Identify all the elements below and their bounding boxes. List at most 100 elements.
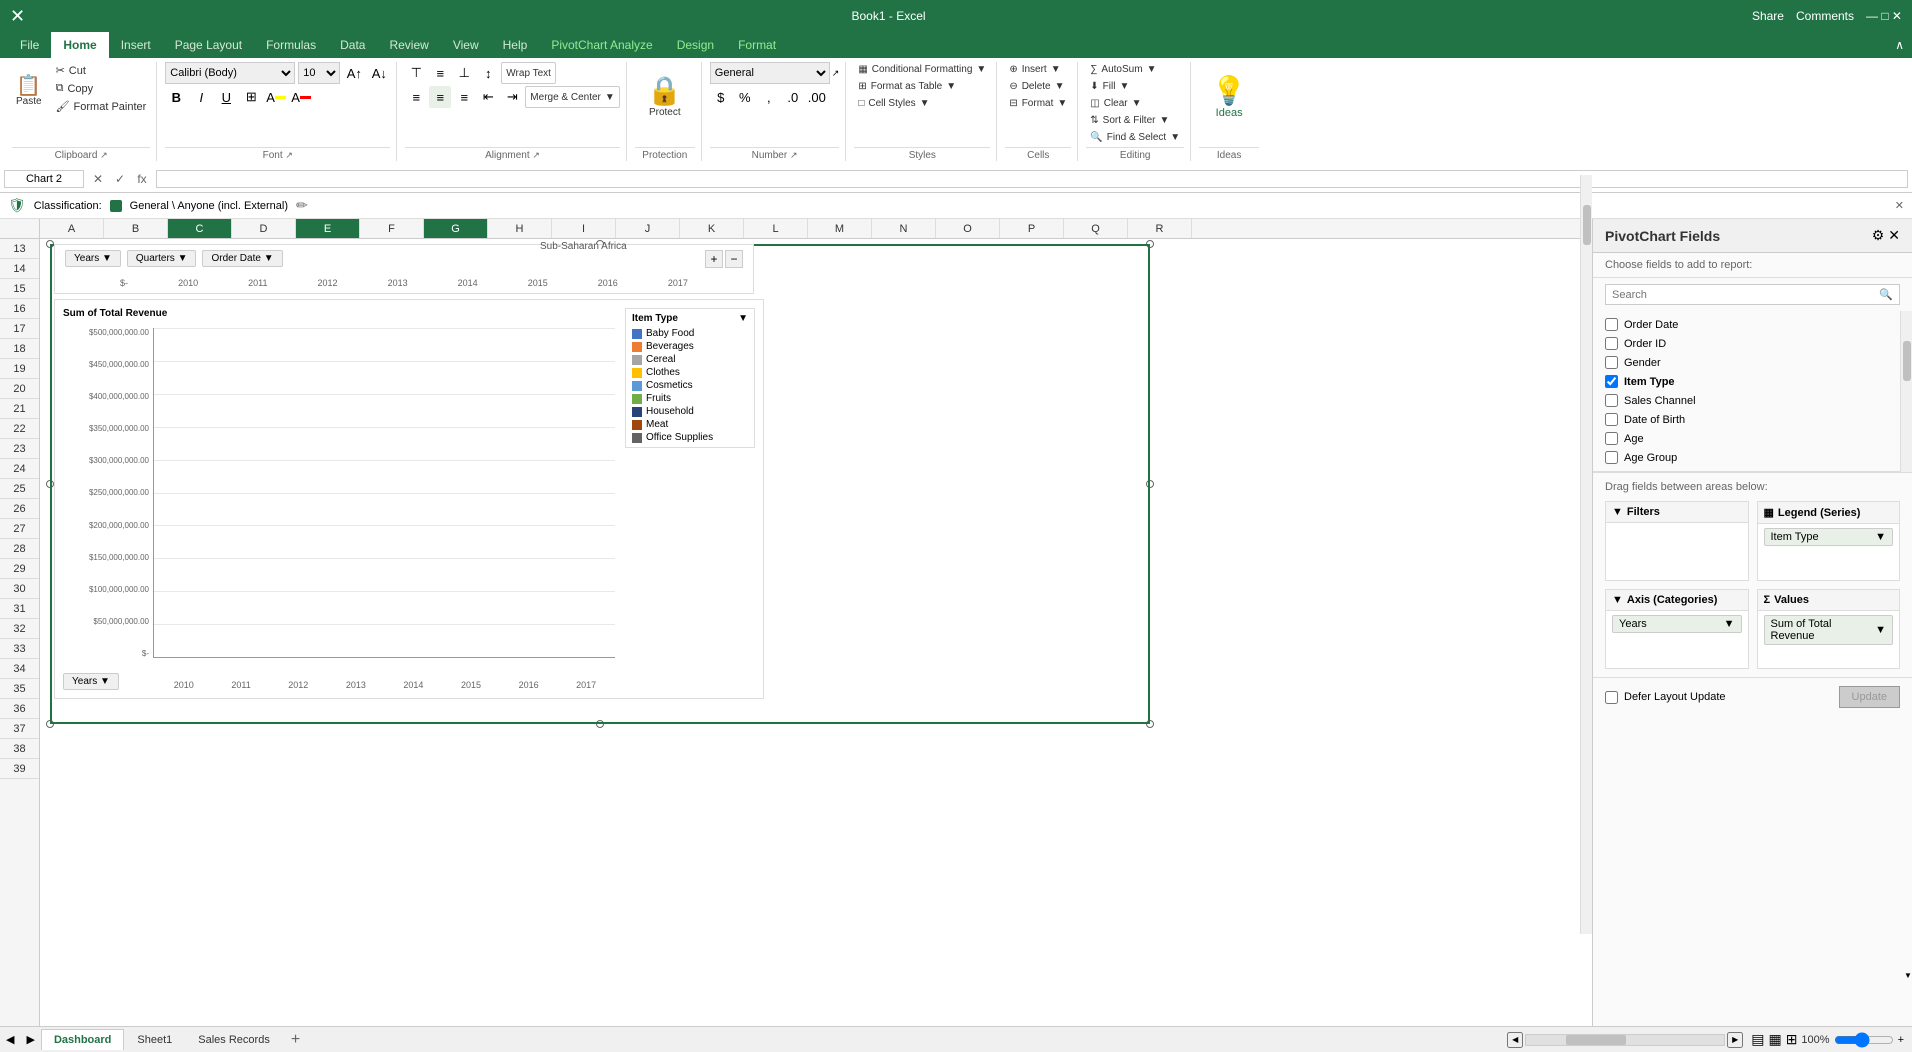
wrap-text-button[interactable]: Wrap Text bbox=[501, 62, 556, 84]
chart-expand-button[interactable]: + bbox=[705, 250, 723, 268]
decrease-font-icon[interactable]: A↓ bbox=[368, 62, 390, 84]
col-header-o[interactable]: O bbox=[936, 219, 1000, 238]
years-filter-button[interactable]: Years ▼ bbox=[65, 250, 121, 267]
name-box[interactable] bbox=[4, 170, 84, 188]
row-27[interactable]: 27 bbox=[0, 519, 39, 539]
scroll-right-button[interactable]: ▶ bbox=[1727, 1032, 1743, 1048]
increase-font-icon[interactable]: A↑ bbox=[343, 62, 365, 84]
field-age-checkbox[interactable] bbox=[1605, 432, 1618, 445]
tab-sheet1[interactable]: Sheet1 bbox=[124, 1029, 185, 1050]
row-37[interactable]: 37 bbox=[0, 719, 39, 739]
row-21[interactable]: 21 bbox=[0, 399, 39, 419]
legend-item-type-tag[interactable]: Item Type ▼ bbox=[1764, 528, 1894, 546]
cancel-formula-button[interactable]: ✕ bbox=[88, 169, 108, 189]
pivot-fields-scrollbar[interactable]: ▼ bbox=[1900, 311, 1912, 472]
handle-right[interactable] bbox=[1146, 480, 1154, 488]
pivot-settings-icon[interactable]: ⚙ bbox=[1872, 227, 1885, 244]
delete-button[interactable]: ⊖ Delete ▼ bbox=[1005, 79, 1071, 94]
copy-button[interactable]: ⧉ Copy bbox=[52, 80, 151, 97]
comments-button[interactable]: Comments bbox=[1796, 9, 1854, 23]
chart-collapse-button[interactable]: − bbox=[725, 250, 743, 268]
row-29[interactable]: 29 bbox=[0, 559, 39, 579]
view-pagebreak-icon[interactable]: ⊞ bbox=[1786, 1031, 1798, 1048]
font-size-select[interactable]: 10 bbox=[298, 62, 340, 84]
tab-dashboard[interactable]: Dashboard bbox=[41, 1029, 124, 1050]
tab-prev-button[interactable]: ◀ bbox=[0, 1031, 20, 1048]
row-17[interactable]: 17 bbox=[0, 319, 39, 339]
underline-button[interactable]: U bbox=[215, 86, 237, 108]
vertical-scrollbar[interactable] bbox=[1580, 219, 1592, 934]
tab-pivotchart-analyze[interactable]: PivotChart Analyze bbox=[539, 32, 664, 58]
pivot-scroll-down[interactable]: ▼ bbox=[1901, 968, 1912, 982]
row-35[interactable]: 35 bbox=[0, 679, 39, 699]
formula-input[interactable] bbox=[156, 170, 1908, 188]
italic-button[interactable]: I bbox=[190, 86, 212, 108]
handle-top-left[interactable] bbox=[46, 240, 54, 248]
find-select-button[interactable]: 🔍 Find & Select ▼ bbox=[1086, 130, 1184, 145]
insert-function-button[interactable]: fx bbox=[132, 169, 152, 189]
ideas-button[interactable]: 💡 Ideas bbox=[1199, 62, 1259, 130]
paste-button[interactable]: 📋 Paste bbox=[12, 62, 46, 122]
vertical-scroll-thumb[interactable] bbox=[1583, 219, 1591, 245]
tab-insert[interactable]: Insert bbox=[109, 32, 163, 58]
col-header-g[interactable]: G bbox=[424, 219, 488, 238]
row-25[interactable]: 25 bbox=[0, 479, 39, 499]
col-header-l[interactable]: L bbox=[744, 219, 808, 238]
field-gender-checkbox[interactable] bbox=[1605, 356, 1618, 369]
format-as-table-button[interactable]: ⊞ Format as Table ▼ bbox=[854, 79, 990, 94]
row-19[interactable]: 19 bbox=[0, 359, 39, 379]
handle-top-right[interactable] bbox=[1146, 240, 1154, 248]
handle-bottom[interactable] bbox=[596, 720, 604, 728]
tab-formulas[interactable]: Formulas bbox=[254, 32, 328, 58]
text-direction-button[interactable]: ↕ bbox=[477, 62, 499, 84]
col-header-f[interactable]: F bbox=[360, 219, 424, 238]
tab-next-button[interactable]: ▶ bbox=[20, 1031, 40, 1048]
col-header-e[interactable]: E bbox=[296, 219, 360, 238]
currency-button[interactable]: $ bbox=[710, 86, 732, 108]
tab-view[interactable]: View bbox=[441, 32, 491, 58]
insert-button[interactable]: ⊕ Insert ▼ bbox=[1005, 62, 1071, 77]
tab-data[interactable]: Data bbox=[328, 32, 377, 58]
scroll-left-button[interactable]: ◀ bbox=[1507, 1032, 1523, 1048]
row-36[interactable]: 36 bbox=[0, 699, 39, 719]
fill-color-button[interactable]: A bbox=[265, 86, 287, 108]
handle-left[interactable] bbox=[46, 480, 54, 488]
tab-file[interactable]: File bbox=[8, 32, 51, 58]
tab-format[interactable]: Format bbox=[726, 32, 788, 58]
fill-button[interactable]: ⬇ Fill ▼ bbox=[1086, 79, 1184, 94]
col-header-n[interactable]: N bbox=[872, 219, 936, 238]
years-chart-button[interactable]: Years ▼ bbox=[63, 673, 119, 690]
row-26[interactable]: 26 bbox=[0, 499, 39, 519]
ribbon-collapse[interactable]: ∧ bbox=[1887, 32, 1912, 58]
field-order-id-checkbox[interactable] bbox=[1605, 337, 1618, 350]
order-date-filter-button[interactable]: Order Date ▼ bbox=[202, 250, 282, 267]
autosum-button[interactable]: ∑ AutoSum ▼ bbox=[1086, 62, 1184, 77]
increase-decimal-button[interactable]: .00 bbox=[806, 86, 828, 108]
tab-home[interactable]: Home bbox=[51, 32, 108, 58]
legend-dropdown-arrow[interactable]: ▼ bbox=[1875, 531, 1886, 543]
row-14[interactable]: 14 bbox=[0, 259, 39, 279]
col-header-p[interactable]: P bbox=[1000, 219, 1064, 238]
align-right-button[interactable]: ≡ bbox=[453, 86, 475, 108]
increase-indent-button[interactable]: ⇥ bbox=[501, 86, 523, 108]
row-15[interactable]: 15 bbox=[0, 279, 39, 299]
row-16[interactable]: 16 bbox=[0, 299, 39, 319]
align-left-button[interactable]: ≡ bbox=[405, 86, 427, 108]
row-24[interactable]: 24 bbox=[0, 459, 39, 479]
row-39[interactable]: 39 bbox=[0, 759, 39, 779]
pivot-fields-scroll-thumb[interactable] bbox=[1903, 341, 1911, 381]
handle-bottom-left[interactable] bbox=[46, 720, 54, 728]
zoom-slider[interactable] bbox=[1834, 1032, 1894, 1048]
confirm-formula-button[interactable]: ✓ bbox=[110, 169, 130, 189]
col-header-r[interactable]: R bbox=[1128, 219, 1192, 238]
years-dropdown-arrow[interactable]: ▼ bbox=[1724, 618, 1735, 630]
comma-button[interactable]: , bbox=[758, 86, 780, 108]
row-33[interactable]: 33 bbox=[0, 639, 39, 659]
row-18[interactable]: 18 bbox=[0, 339, 39, 359]
tab-sales-records[interactable]: Sales Records bbox=[185, 1029, 283, 1050]
bold-button[interactable]: B bbox=[165, 86, 187, 108]
number-format-select[interactable]: General bbox=[710, 62, 830, 84]
row-22[interactable]: 22 bbox=[0, 419, 39, 439]
years-bottom-button[interactable]: Years ▼ bbox=[63, 673, 119, 690]
font-color-button[interactable]: A bbox=[290, 86, 312, 108]
